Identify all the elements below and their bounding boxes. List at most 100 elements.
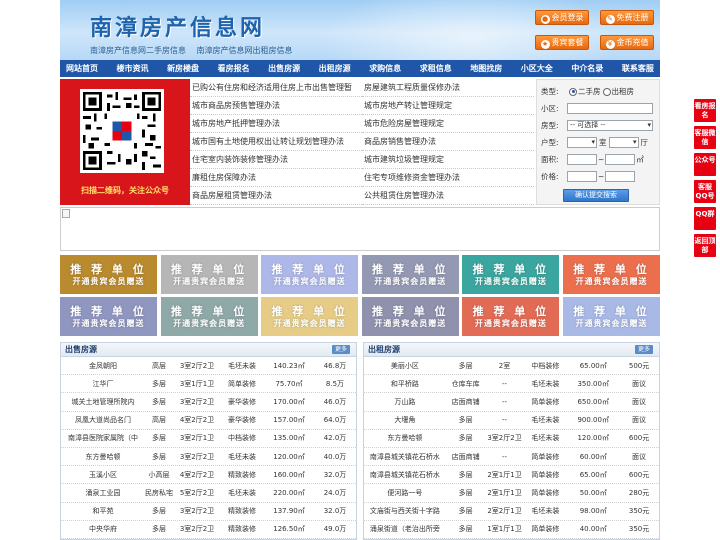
table-row[interactable]: 江华厂 多层 3室1厅1卫 简单装修 75.70㎡ 8.5万 (61, 375, 356, 394)
nav-item-5[interactable]: 出租房源 (319, 60, 351, 77)
area-max-input[interactable] (605, 154, 636, 165)
nav-item-2[interactable]: 新房楼盘 (167, 60, 199, 77)
table-row[interactable]: 南漳县城关镇花石桥水 店面商铺 -- 简单装修 60.00㎡ 面议 (364, 448, 659, 467)
table-row[interactable]: 东方曼哈顿 多层 3室2厅2卫 毛坯未装 120.00㎡ 600元 (364, 430, 659, 448)
nav-item-10[interactable]: 中介名录 (571, 60, 603, 77)
recommended-unit-ad[interactable]: 推 荐 单 位开通贵宾会员赠送 (562, 297, 660, 336)
policy-link[interactable]: 房屋建筑工程质量保修办法 (362, 79, 534, 97)
table-row[interactable]: 便河路一号 多层 2室1厅1卫 简单装修 50.00㎡ 280元 (364, 484, 659, 503)
policy-link[interactable]: 城市危险房屋管理规定 (362, 115, 534, 133)
table-cell[interactable]: 凤凰大道尚品名门 (61, 415, 145, 425)
policy-link[interactable]: 公共租赁住房管理办法 (362, 187, 534, 205)
policy-link[interactable]: 城市房地产抵押管理办法 (190, 115, 362, 133)
table-cell[interactable]: 东方曼哈顿 (364, 433, 446, 443)
table-cell[interactable]: 东方曼哈顿 (61, 452, 145, 462)
table-cell[interactable]: 和平桥路 (364, 379, 446, 389)
side-button-0[interactable]: 看房报名 (694, 99, 716, 122)
table-cell[interactable]: 南漳县医院家属院（中 (61, 433, 145, 443)
table-cell[interactable]: 城关土地管理所院内 (61, 397, 145, 407)
recommended-unit-ad[interactable]: 推 荐 单 位开通贵宾会员赠送 (160, 255, 258, 294)
table-row[interactable]: 万山路 店面商铺 -- 简单装修 650.00㎡ 面议 (364, 393, 659, 412)
policy-link[interactable]: 住宅室内装饰装修管理办法 (190, 151, 362, 169)
side-button-1[interactable]: 客服微信 (694, 126, 716, 149)
recommended-unit-ad[interactable]: 推 荐 单 位开通贵宾会员赠送 (462, 255, 560, 294)
table-row[interactable]: 和平桥路 仓库车库 -- 毛坯未装 350.00㎡ 面议 (364, 375, 659, 394)
banner-image[interactable] (60, 207, 660, 251)
policy-link[interactable]: 城市商品房预售管理办法 (190, 97, 362, 115)
table-cell[interactable]: 玉溪小区 (61, 470, 145, 480)
nav-item-9[interactable]: 小区大全 (521, 60, 553, 77)
policy-link[interactable]: 已购公有住房和经济适用住房上市出售管理暂 (190, 79, 362, 97)
table-cell[interactable]: 涌泉工业园 (61, 488, 145, 498)
recommended-unit-ad[interactable]: 推 荐 单 位开通贵宾会员赠送 (562, 255, 660, 294)
hall-select[interactable]: ▾ (608, 137, 639, 148)
nav-item-1[interactable]: 楼市资讯 (117, 60, 149, 77)
table-cell[interactable]: 中央华府 (61, 524, 145, 534)
recommended-unit-ad[interactable]: 推 荐 单 位开通贵宾会员赠送 (60, 297, 157, 336)
table-cell[interactable]: 和平苑 (61, 506, 145, 516)
policy-link[interactable]: 城市房地产转让管理规定 (362, 97, 534, 115)
sale-more-button[interactable]: 更多 (331, 345, 350, 354)
nav-item-7[interactable]: 求租信息 (420, 60, 452, 77)
recommended-unit-ad[interactable]: 推 荐 单 位开通贵宾会员赠送 (261, 255, 359, 294)
sub-link-sale[interactable]: 南漳房产信息网二手房信息 (90, 46, 186, 55)
table-row[interactable]: 涌泉街道（老治出所旁 多层 1室1厅1卫 简单装修 40.00㎡ 350元 (364, 521, 659, 539)
side-button-4[interactable]: QQ群 (694, 207, 716, 230)
table-cell[interactable]: 涌泉街道（老治出所旁 (364, 524, 446, 534)
table-cell[interactable]: 大堰角 (364, 415, 446, 425)
policy-link[interactable]: 城市国有土地使用权出让转让规划管理办法 (190, 133, 362, 151)
side-button-3[interactable]: 客服QQ号 (694, 180, 716, 203)
recommended-unit-ad[interactable]: 推 荐 单 位开通贵宾会员赠送 (261, 297, 359, 336)
sub-link-rent[interactable]: 南漳房产信息网出租房信息 (197, 46, 293, 55)
price-max-input[interactable] (605, 171, 636, 182)
area-min-input[interactable] (567, 154, 597, 165)
site-title[interactable]: 南漳房产信息网 (90, 10, 265, 42)
table-row[interactable]: 南漳县城关镇花石桥水 多层 2室1厅1卫 简单装修 65.00㎡ 600元 (364, 466, 659, 485)
radio-rent[interactable] (602, 87, 611, 96)
table-cell[interactable]: 南漳县城关镇花石桥水 (364, 470, 446, 480)
recommended-unit-ad[interactable]: 推 荐 单 位开通贵宾会员赠送 (462, 297, 560, 336)
side-button-5[interactable]: 返回顶部 (694, 234, 716, 257)
table-row[interactable]: 文庙街与西关街十字路 多层 2室2厅1卫 毛坯未装 98.00㎡ 350元 (364, 503, 659, 521)
table-row[interactable]: 城关土地管理所院内 多层 3室2厅2卫 豪华装修 170.00㎡ 46.0万 (61, 393, 356, 412)
table-cell[interactable]: 文庙街与西关街十字路 (364, 506, 446, 516)
table-row[interactable]: 金凤朝阳 高层 3室2厅2卫 毛坯未装 140.23㎡ 46.8万 (61, 357, 356, 376)
table-row[interactable]: 美丽小区 多层 2室 中档装修 65.00㎡ 500元 (364, 357, 659, 376)
policy-link[interactable]: 住宅专项维修资金管理办法 (362, 169, 534, 187)
table-row[interactable]: 南漳县医院家属院（中 多层 3室2厅1卫 中档装修 135.00㎡ 42.0万 (61, 430, 356, 448)
table-row[interactable]: 凤凰大道尚品名门 高层 4室2厅2卫 豪华装修 157.00㎡ 64.0万 (61, 412, 356, 430)
table-row[interactable]: 涌泉工业园 民房私宅 5室2厅2卫 毛坯未装 220.00㎡ 24.0万 (61, 484, 356, 503)
free-register-button[interactable]: ✎ 免费注册 (600, 10, 654, 25)
nav-item-4[interactable]: 出售房源 (268, 60, 300, 77)
recommended-unit-ad[interactable]: 推 荐 单 位开通贵宾会员赠送 (60, 255, 157, 294)
table-cell[interactable]: 江华厂 (61, 379, 145, 389)
table-row[interactable]: 中央华府 多层 3室2厅2卫 精致装修 126.50㎡ 49.0万 (61, 521, 356, 539)
nav-item-11[interactable]: 联系客服 (622, 60, 654, 77)
table-row[interactable]: 大堰角 多层 -- 毛坯未装 900.00㎡ 面议 (364, 412, 659, 430)
nav-item-6[interactable]: 求购信息 (369, 60, 401, 77)
policy-link[interactable]: 廉租住房保障办法 (190, 169, 362, 187)
coin-recharge-button[interactable]: ¥ 金币充值 (600, 35, 654, 50)
layout-select[interactable]: -- 可选择 -- ▾ (567, 120, 653, 131)
vip-package-button[interactable]: ★ 贵宾套餐 (535, 35, 589, 50)
table-row[interactable]: 和平苑 多层 3室2厅2卫 精致装修 137.90㎡ 32.0万 (61, 503, 356, 521)
nav-item-0[interactable]: 网站首页 (66, 60, 98, 77)
table-cell[interactable]: 金凤朝阳 (61, 361, 145, 371)
price-min-input[interactable] (567, 171, 597, 182)
table-cell[interactable]: 美丽小区 (364, 361, 446, 371)
policy-link[interactable]: 城市建筑垃圾管理规定 (362, 151, 534, 169)
rooms-select[interactable]: ▾ (567, 137, 597, 148)
nav-item-3[interactable]: 看房报名 (218, 60, 250, 77)
table-cell[interactable]: 南漳县城关镇花石桥水 (364, 452, 446, 462)
policy-link[interactable]: 商品房销售管理办法 (362, 133, 534, 151)
side-button-2[interactable]: 公众号 (694, 153, 716, 176)
recommended-unit-ad[interactable]: 推 荐 单 位开通贵宾会员赠送 (361, 297, 459, 336)
table-row[interactable]: 玉溪小区 小高层 4室2厅2卫 精致装修 160.00㎡ 32.0万 (61, 466, 356, 485)
radio-second-hand[interactable] (569, 87, 577, 96)
member-login-button[interactable]: ● 会员登录 (535, 10, 589, 25)
recommended-unit-ad[interactable]: 推 荐 单 位开通贵宾会员赠送 (160, 297, 258, 336)
nav-item-8[interactable]: 地图找房 (470, 60, 502, 77)
table-row[interactable]: 东方曼哈顿 多层 3室2厅2卫 毛坯未装 120.00㎡ 40.0万 (61, 448, 356, 467)
policy-link[interactable]: 商品房屋租赁管理办法 (190, 187, 362, 205)
table-cell[interactable]: 万山路 (364, 397, 446, 407)
